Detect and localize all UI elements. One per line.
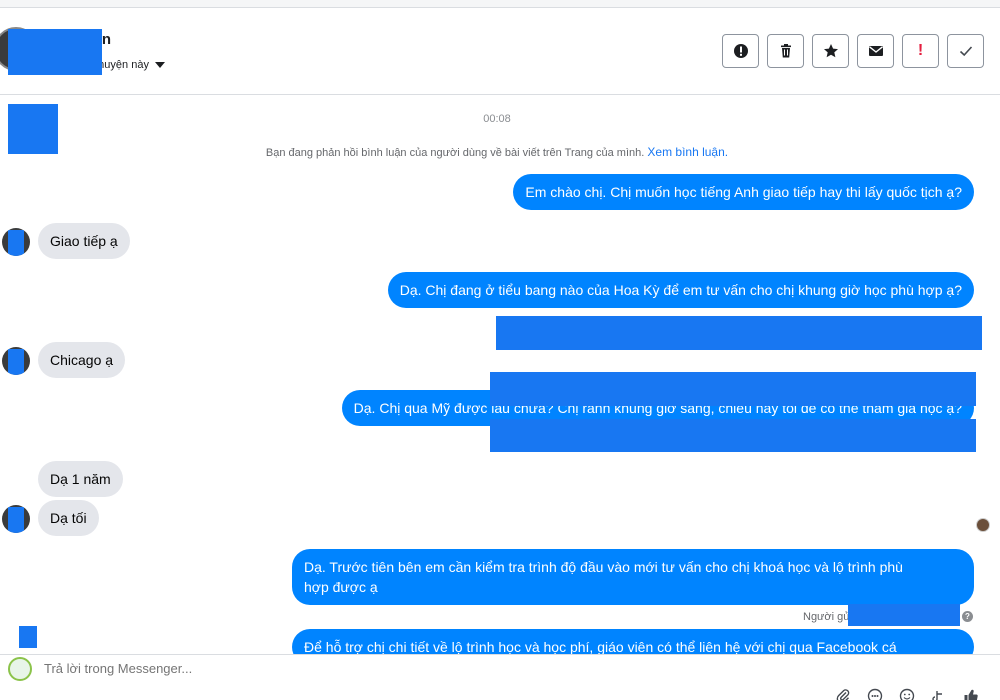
done-button[interactable] xyxy=(947,34,984,68)
report-button[interactable] xyxy=(722,34,759,68)
reply-input[interactable] xyxy=(44,657,944,679)
outgoing-message[interactable]: Em chào chị. Chị muốn học tiếng Anh giao… xyxy=(513,174,974,210)
info-icon[interactable]: ? xyxy=(962,611,973,622)
star-icon xyxy=(823,44,838,58)
report-icon xyxy=(733,44,748,58)
reply-composer xyxy=(0,654,1000,700)
redaction-block xyxy=(19,626,37,648)
message-thread[interactable]: 00:08 Bạn đang phản hồi bình luận của ng… xyxy=(0,96,1000,654)
exclamation-icon: ! xyxy=(917,42,924,59)
seen-indicator-avatar xyxy=(976,518,990,532)
caret-down-icon xyxy=(154,62,165,69)
contact-avatar-small xyxy=(2,347,30,375)
incoming-message[interactable]: Dạ tối xyxy=(38,500,99,536)
spam-button[interactable]: ! xyxy=(902,34,939,68)
message-timestamp: 00:08 xyxy=(483,113,511,125)
contact-avatar-small xyxy=(2,228,30,256)
redaction-block xyxy=(490,372,976,406)
redaction-block xyxy=(8,29,102,75)
like-icon[interactable] xyxy=(962,687,980,700)
notice-text: Bạn đang phản hồi bình luận của người dù… xyxy=(265,147,645,159)
sent-by-label: Người gử xyxy=(803,611,851,623)
incoming-message[interactable]: Giao tiếp ạ xyxy=(38,223,130,259)
messenger-inbox-window: Nguyễn uộc trò chuyện này ! xyxy=(0,0,1000,700)
comment-reply-notice: Bạn đang phản hồi bình luận của người dù… xyxy=(0,145,994,159)
incoming-message[interactable]: Dạ 1 năm xyxy=(38,461,123,497)
mark-unread-button[interactable] xyxy=(857,34,894,68)
header-actions: ! xyxy=(722,34,984,68)
redaction-block xyxy=(848,604,960,626)
outgoing-message[interactable]: Dạ. Chị đang ở tiểu bang nào của Hoa Kỳ … xyxy=(387,272,974,308)
redaction-block xyxy=(490,419,976,452)
view-comment-link[interactable]: Xem bình luận. xyxy=(647,145,728,159)
outgoing-message[interactable]: Dạ. Trước tiên bên em cần kiểm tra trình… xyxy=(292,549,974,605)
conversation-header: Nguyễn uộc trò chuyện này ! xyxy=(0,9,1000,95)
delete-button[interactable] xyxy=(767,34,804,68)
composer-toolbar xyxy=(834,687,980,700)
attachment-icon[interactable] xyxy=(834,687,852,700)
sticker-icon[interactable] xyxy=(866,687,884,700)
outgoing-message[interactable]: Để hỗ trợ chị chi tiết về lộ trình học v… xyxy=(292,629,974,654)
incoming-message[interactable]: Chicago ạ xyxy=(38,342,126,378)
trash-icon xyxy=(780,44,791,58)
contact-avatar-small xyxy=(2,505,30,533)
check-icon xyxy=(959,46,972,57)
message-line: hợp được ạ xyxy=(304,579,378,595)
top-strip xyxy=(0,0,1000,8)
message-line: Dạ. Trước tiên bên em cần kiểm tra trình… xyxy=(304,559,903,575)
page-avatar-icon xyxy=(8,657,32,681)
envelope-icon xyxy=(868,46,883,56)
star-button[interactable] xyxy=(812,34,849,68)
emoji-icon[interactable] xyxy=(898,687,916,700)
redaction-block xyxy=(496,316,982,350)
gif-icon[interactable] xyxy=(930,687,948,700)
